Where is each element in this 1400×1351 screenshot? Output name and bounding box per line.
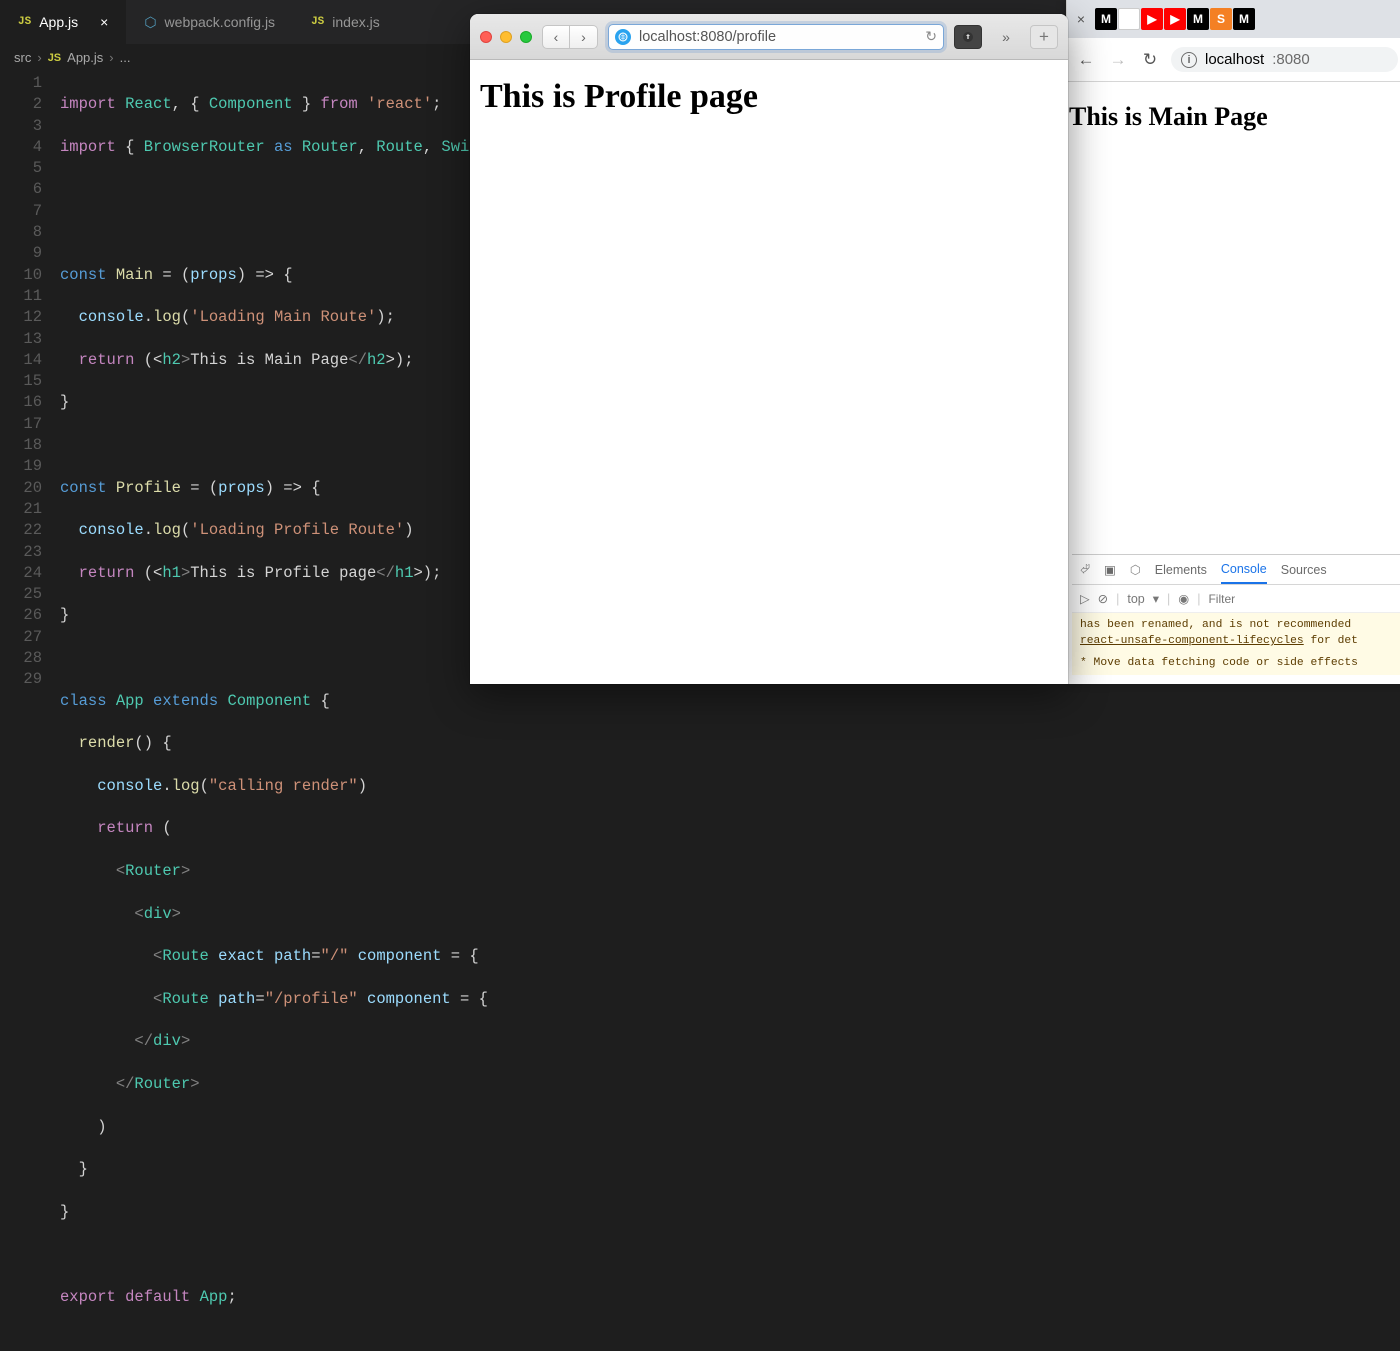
- nav-buttons: ‹ ›: [542, 25, 598, 49]
- info-icon[interactable]: i: [1181, 52, 1197, 68]
- safari-address-bar[interactable]: ↻: [608, 24, 944, 50]
- play-icon[interactable]: ▷: [1080, 591, 1090, 606]
- ext-medium-icon[interactable]: M: [1233, 8, 1255, 30]
- chrome-address-bar[interactable]: i localhost :8080: [1171, 47, 1398, 72]
- breadcrumb-src: src: [14, 50, 31, 65]
- ext-medium-icon[interactable]: M: [1187, 8, 1209, 30]
- js-icon: JS: [48, 52, 61, 64]
- close-tab-icon[interactable]: ×: [1071, 11, 1091, 27]
- code-lines[interactable]: import React, { Component } from 'react'…: [60, 73, 488, 1351]
- chevron-right-icon: ›: [37, 50, 41, 65]
- tab-console[interactable]: Console: [1221, 555, 1267, 584]
- safari-window: ‹ › ↻ » + This is Profile page: [470, 14, 1068, 684]
- chevron-down-icon[interactable]: ▾: [1153, 591, 1159, 606]
- chrome-viewport: This is Main Page: [1067, 82, 1400, 152]
- new-tab-button[interactable]: +: [1030, 25, 1058, 49]
- safari-viewport: This is Profile page: [470, 60, 1068, 134]
- traffic-lights: [480, 31, 532, 43]
- back-button[interactable]: ‹: [542, 25, 570, 49]
- tab-sources[interactable]: Sources: [1281, 563, 1327, 577]
- url-input[interactable]: [639, 29, 917, 45]
- devtools-panel: ⮰ ▣ ⬡ Elements Console Sources ▷ ⊘ | top…: [1072, 554, 1400, 684]
- back-button[interactable]: ←: [1075, 50, 1097, 70]
- forward-button[interactable]: →: [1107, 50, 1129, 70]
- reload-button[interactable]: ↻: [1139, 50, 1161, 70]
- url-host: localhost: [1205, 51, 1264, 68]
- close-window-icon[interactable]: [480, 31, 492, 43]
- minimize-window-icon[interactable]: [500, 31, 512, 43]
- breadcrumb-dots: ...: [120, 50, 131, 65]
- tab-index-js[interactable]: JS index.js: [293, 0, 398, 44]
- context-top[interactable]: top: [1127, 592, 1144, 606]
- ext-stackoverflow-icon[interactable]: S: [1210, 8, 1232, 30]
- device-icon[interactable]: ▣: [1104, 562, 1116, 577]
- chevron-right-icon: ›: [109, 50, 113, 65]
- inspect-icon[interactable]: ⮰: [1080, 562, 1090, 577]
- url-port: :8080: [1272, 51, 1310, 68]
- tab-label: App.js: [39, 14, 78, 30]
- ext-youtube-icon[interactable]: ▶: [1141, 8, 1163, 30]
- chrome-extensions: M cb ▶ ▶ M S M: [1091, 8, 1255, 30]
- webpack-icon: ⬡: [144, 14, 156, 31]
- tabs-overflow-button[interactable]: »: [992, 25, 1020, 49]
- devtools-tabs: ⮰ ▣ ⬡ Elements Console Sources: [1072, 555, 1400, 585]
- hex-icon[interactable]: ⬡: [1130, 562, 1141, 577]
- js-icon: JS: [311, 16, 324, 28]
- zoom-window-icon[interactable]: [520, 31, 532, 43]
- devtools-filter-bar: ▷ ⊘ | top ▾ | ◉ |: [1072, 585, 1400, 613]
- console-link[interactable]: react-unsafe-component-lifecycles: [1080, 635, 1304, 647]
- page-heading: This is Main Page: [1069, 102, 1400, 132]
- page-heading: This is Profile page: [480, 78, 1058, 116]
- globe-icon: [615, 29, 631, 45]
- js-icon: JS: [18, 16, 31, 28]
- chrome-window: × M cb ▶ ▶ M S M ← → ↻ i localhost:8080 …: [1066, 0, 1400, 684]
- console-output[interactable]: has been renamed, and is not recommended…: [1072, 613, 1400, 675]
- eye-icon[interactable]: ◉: [1178, 591, 1189, 606]
- tab-webpack-config[interactable]: ⬡ webpack.config.js: [126, 0, 293, 44]
- reload-icon[interactable]: ↻: [925, 28, 937, 45]
- filter-input[interactable]: [1208, 592, 1400, 606]
- close-icon[interactable]: ×: [100, 14, 108, 30]
- tab-label: webpack.config.js: [165, 14, 276, 30]
- tab-app-js[interactable]: JS App.js ×: [0, 0, 126, 44]
- safari-toolbar: ‹ › ↻ » +: [470, 14, 1068, 60]
- chrome-tab-strip: × M cb ▶ ▶ M S M: [1067, 0, 1400, 38]
- line-gutter: 1234567891011121314151617181920212223242…: [0, 73, 60, 1351]
- ext-cb-icon[interactable]: cb: [1118, 8, 1140, 30]
- share-button[interactable]: [954, 25, 982, 49]
- forward-button[interactable]: ›: [570, 25, 598, 49]
- ext-medium-icon[interactable]: M: [1095, 8, 1117, 30]
- ext-youtube-icon[interactable]: ▶: [1164, 8, 1186, 30]
- tab-label: index.js: [332, 14, 379, 30]
- tab-elements[interactable]: Elements: [1155, 563, 1207, 577]
- chrome-toolbar: ← → ↻ i localhost :8080: [1067, 38, 1400, 82]
- breadcrumb-file: App.js: [67, 50, 103, 65]
- clear-icon[interactable]: ⊘: [1098, 591, 1108, 606]
